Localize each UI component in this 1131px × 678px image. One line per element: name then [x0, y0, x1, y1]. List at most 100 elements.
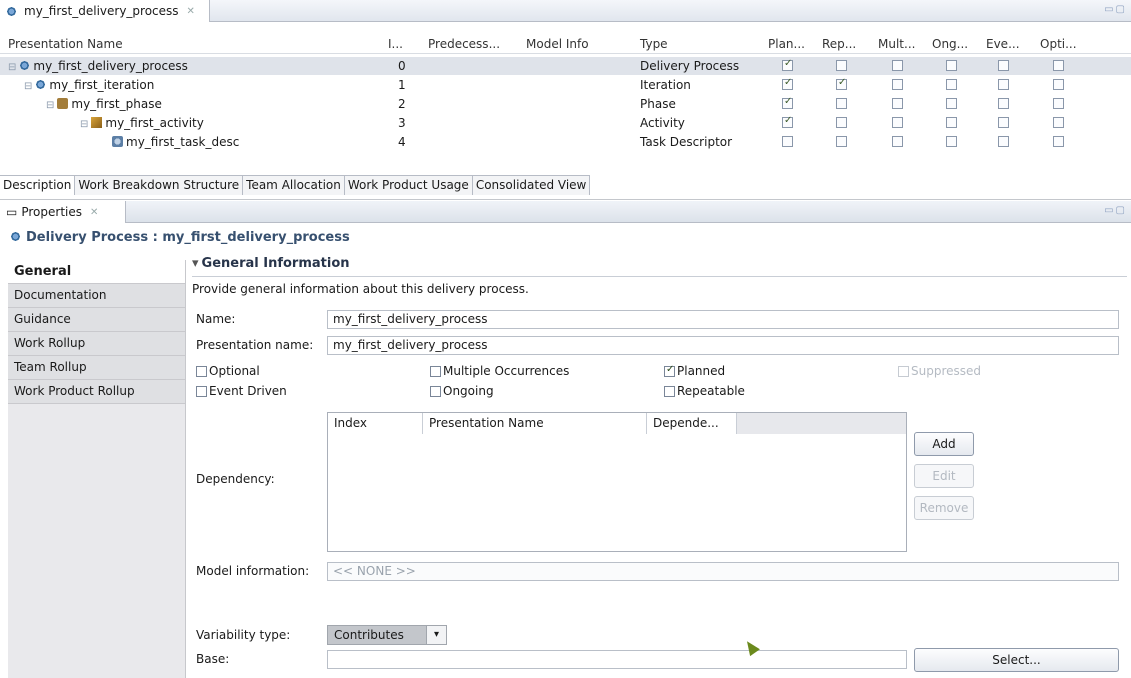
sidebar-item-work-rollup[interactable]: Work Rollup: [8, 332, 185, 356]
collapse-icon[interactable]: ▾: [192, 256, 199, 271]
sidebar-item-general[interactable]: General: [8, 260, 185, 284]
row-checkbox[interactable]: [782, 96, 793, 109]
col-header[interactable]: Presentation Name: [8, 37, 123, 51]
row-checkbox[interactable]: [998, 60, 1009, 71]
sidebar-item-documentation[interactable]: Documentation: [8, 284, 185, 308]
row-checkbox[interactable]: [782, 58, 793, 71]
row-checkbox[interactable]: [782, 77, 793, 90]
row-checkbox[interactable]: [836, 117, 847, 128]
row-checkbox[interactable]: [782, 115, 793, 128]
tab-consolidated-view[interactable]: Consolidated View: [472, 176, 591, 195]
row-checkbox[interactable]: [1053, 60, 1064, 71]
presentation-name-field[interactable]: my_first_delivery_process: [327, 336, 1119, 355]
col-header[interactable]: Eve...: [986, 37, 1020, 51]
close-icon[interactable]: ✕: [187, 6, 195, 17]
row-checkbox[interactable]: [946, 117, 957, 128]
editor-tab[interactable]: my_first_delivery_process ✕: [0, 0, 210, 22]
row-checkbox[interactable]: [1053, 117, 1064, 128]
row-checkbox[interactable]: [998, 98, 1009, 109]
col-header[interactable]: Presentation Name: [423, 413, 647, 434]
remove-button[interactable]: Remove: [914, 496, 974, 520]
properties-header-text: Delivery Process : my_first_delivery_pro…: [26, 230, 350, 245]
event-driven-checkbox[interactable]: Event Driven: [196, 384, 287, 398]
row-checkbox[interactable]: [836, 98, 847, 109]
table-row[interactable]: ⊟ my_first_activity 3 Activity: [0, 114, 1131, 132]
section-title[interactable]: ▾ General Information: [192, 256, 1127, 271]
col-header[interactable]: Predecess...: [428, 37, 500, 51]
row-type: Activity: [640, 116, 685, 130]
dependency-table[interactable]: Index Presentation Name Depende...: [327, 412, 907, 552]
section-description: Provide general information about this d…: [192, 282, 529, 296]
row-checkbox[interactable]: [946, 136, 957, 147]
row-checkbox[interactable]: [892, 117, 903, 128]
col-header[interactable]: Rep...: [822, 37, 856, 51]
repeatable-checkbox[interactable]: Repeatable: [664, 384, 745, 398]
col-header[interactable]: Model Info: [526, 37, 589, 51]
tab-description[interactable]: Description: [0, 176, 76, 195]
multiple-occurrences-checkbox[interactable]: Multiple Occurrences: [430, 364, 569, 378]
collapse-icon[interactable]: ⊟: [8, 62, 16, 73]
row-checkbox[interactable]: [946, 79, 957, 90]
col-header[interactable]: Index: [328, 413, 423, 434]
variability-type-label: Variability type:: [196, 628, 291, 642]
base-field[interactable]: [327, 650, 907, 669]
close-icon[interactable]: ✕: [90, 207, 98, 218]
row-checkbox[interactable]: [998, 117, 1009, 128]
row-checkbox[interactable]: [892, 79, 903, 90]
row-checkbox[interactable]: [1053, 79, 1064, 90]
model-information-label: Model information:: [196, 564, 310, 578]
properties-tab-title: Properties: [21, 205, 82, 219]
row-checkbox[interactable]: [998, 136, 1009, 147]
row-checkbox[interactable]: [946, 60, 957, 71]
properties-tabbar: ▭ Properties ✕ ▭▢: [0, 201, 1131, 223]
row-checkbox[interactable]: [998, 79, 1009, 90]
collapse-icon[interactable]: ⊟: [24, 81, 32, 92]
row-checkbox[interactable]: [1053, 98, 1064, 109]
general-information-section: ▾ General Information Provide general inf…: [192, 256, 1127, 672]
variability-type-select[interactable]: Contributes ▾: [327, 625, 447, 645]
dependency-label: Dependency:: [196, 472, 275, 486]
name-field[interactable]: my_first_delivery_process: [327, 310, 1119, 329]
row-checkbox[interactable]: [892, 60, 903, 71]
row-checkbox[interactable]: [892, 136, 903, 147]
collapse-icon[interactable]: ⊟: [80, 119, 88, 130]
variability-type-value[interactable]: Contributes: [327, 625, 427, 645]
table-row[interactable]: ⊟ my_first_phase 2 Phase: [0, 95, 1131, 113]
planned-checkbox[interactable]: Planned: [664, 364, 725, 378]
window-controls-icon[interactable]: ▭▢: [1104, 4, 1127, 15]
row-checkbox[interactable]: [1053, 136, 1064, 147]
row-checkbox[interactable]: [836, 136, 847, 147]
optional-checkbox[interactable]: Optional: [196, 364, 260, 378]
col-header[interactable]: I...: [388, 37, 403, 51]
row-checkbox[interactable]: [836, 77, 847, 90]
row-name: my_first_activity: [105, 116, 204, 130]
row-checkbox[interactable]: [946, 98, 957, 109]
chevron-down-icon[interactable]: ▾: [427, 625, 447, 645]
sidebar-item-team-rollup[interactable]: Team Rollup: [8, 356, 185, 380]
collapse-icon[interactable]: ⊟: [46, 100, 54, 111]
window-controls-icon[interactable]: ▭▢: [1104, 205, 1127, 216]
tab-work-product-usage[interactable]: Work Product Usage: [344, 176, 473, 195]
col-header[interactable]: Depende...: [647, 413, 737, 434]
row-checkbox[interactable]: [892, 98, 903, 109]
col-header[interactable]: Type: [640, 37, 668, 51]
sidebar-item-guidance[interactable]: Guidance: [8, 308, 185, 332]
col-header[interactable]: Opti...: [1040, 37, 1077, 51]
col-header[interactable]: Plan...: [768, 37, 805, 51]
select-button[interactable]: Select...: [914, 648, 1119, 672]
properties-tab[interactable]: ▭ Properties ✕: [0, 201, 126, 223]
sidebar-item-work-product-rollup[interactable]: Work Product Rollup: [8, 380, 185, 404]
table-row[interactable]: ⊟ my_first_iteration 1 Iteration: [0, 76, 1131, 94]
table-row[interactable]: ⊟ my_first_delivery_process 0 Delivery Pr…: [0, 57, 1131, 75]
tab-work-breakdown-structure[interactable]: Work Breakdown Structure: [75, 176, 244, 195]
row-checkbox[interactable]: [782, 136, 793, 147]
add-button[interactable]: Add: [914, 432, 974, 456]
tab-team-allocation[interactable]: Team Allocation: [243, 176, 345, 195]
table-row[interactable]: my_first_task_desc 4 Task Descriptor: [0, 133, 1131, 151]
ongoing-checkbox[interactable]: Ongoing: [430, 384, 494, 398]
col-header[interactable]: Ong...: [932, 37, 968, 51]
row-checkbox[interactable]: [836, 60, 847, 71]
col-header[interactable]: Mult...: [878, 37, 915, 51]
edit-button[interactable]: Edit: [914, 464, 974, 488]
delivery-process-icon: [6, 5, 17, 17]
